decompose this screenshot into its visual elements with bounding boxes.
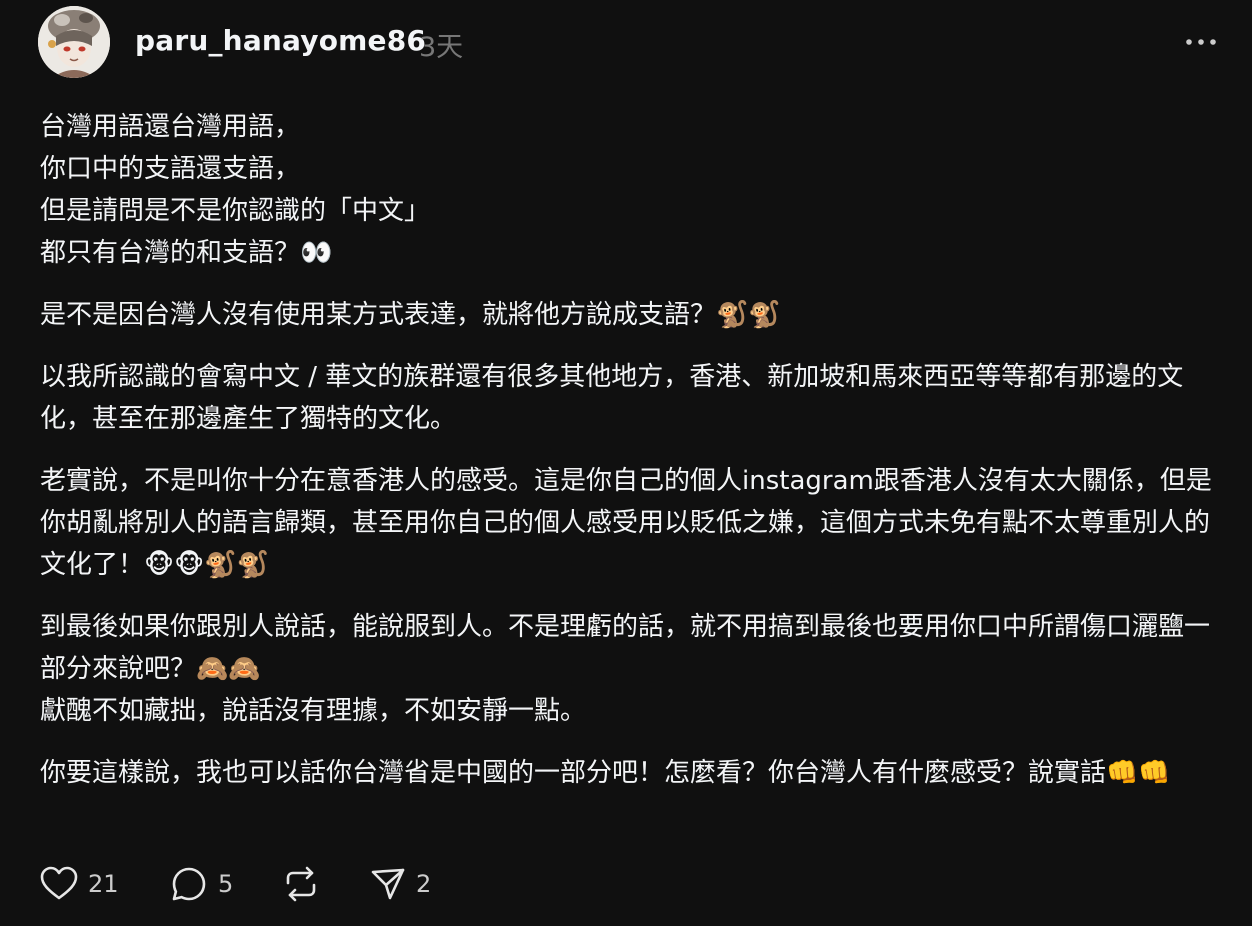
action-bar: 21 5 2 bbox=[40, 862, 640, 906]
post-body: 台灣用語還台灣用語， 你口中的支語還支語， 但是請問是不是你認識的「中文」 都只… bbox=[40, 106, 1220, 814]
timestamp: 3天 bbox=[419, 32, 464, 63]
post-header: paru_hanayome86 3天 bbox=[38, 6, 1218, 80]
username[interactable]: paru_hanayome86 bbox=[135, 24, 426, 57]
post-paragraph: 老實說，不是叫你十分在意香港人的感受。這是你自己的個人instagram跟香港人… bbox=[40, 466, 1212, 580]
more-dots-icon bbox=[1186, 39, 1216, 45]
post-paragraph: 台灣用語還台灣用語， 你口中的支語還支語， 但是請問是不是你認識的「中文」 都只… bbox=[40, 112, 431, 268]
repost-icon bbox=[286, 866, 316, 902]
like-button[interactable]: 21 bbox=[40, 862, 119, 906]
reply-count: 5 bbox=[218, 870, 234, 898]
repost-button[interactable] bbox=[282, 862, 320, 906]
reply-button[interactable]: 5 bbox=[170, 862, 233, 906]
more-options-button[interactable] bbox=[1184, 32, 1218, 52]
post-paragraph: 是不是因台灣人沒有使用某方式表達，就將他方說成支語？🐒🐒 bbox=[40, 300, 781, 330]
like-count: 21 bbox=[88, 870, 119, 898]
avatar[interactable] bbox=[38, 6, 110, 78]
post-paragraph: 到最後如果你跟別人說話，能說服到人。不是理虧的話，就不用搞到最後也要用你口中所謂… bbox=[40, 612, 1211, 726]
post-paragraph: 你要這樣說，我也可以話你台灣省是中國的一部分吧！怎麼看？你台灣人有什麼感受？說實… bbox=[40, 758, 1171, 788]
heart-icon bbox=[40, 866, 78, 900]
share-count: 2 bbox=[416, 870, 432, 898]
thread-post: paru_hanayome86 3天 台灣用語還台灣用語， 你口中的支語還支語，… bbox=[0, 0, 1252, 926]
comment-bubble-icon bbox=[172, 867, 206, 901]
share-button[interactable]: 2 bbox=[370, 862, 431, 906]
post-paragraph: 以我所認識的會寫中文 / 華文的族群還有很多其他地方，香港、新加坡和馬來西亞等等… bbox=[40, 362, 1184, 434]
avatar-illustration bbox=[38, 6, 110, 78]
send-icon bbox=[371, 868, 405, 900]
